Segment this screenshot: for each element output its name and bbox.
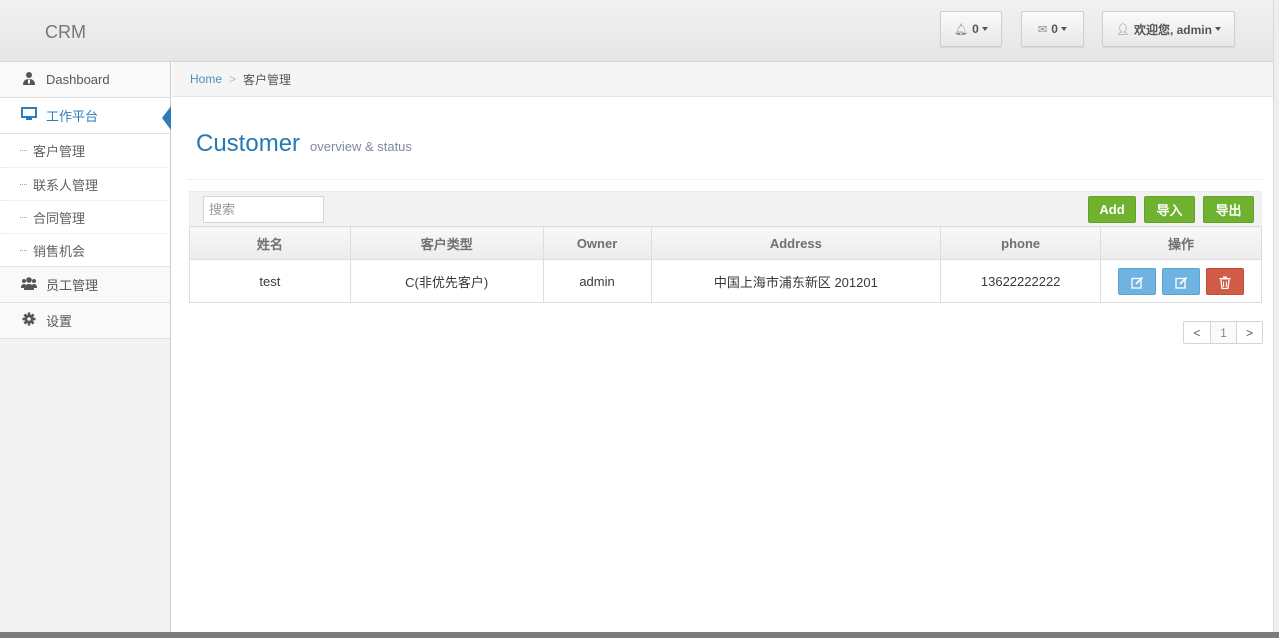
- users-icon: [20, 276, 38, 293]
- column-header-type[interactable]: 客户类型: [349, 226, 544, 260]
- brand-logo[interactable]: CRM: [45, 22, 86, 43]
- sidebar-item-workbench[interactable]: 工作平台: [0, 98, 171, 134]
- export-button[interactable]: 导出: [1203, 196, 1254, 223]
- cell-actions: [1100, 259, 1262, 303]
- search-input[interactable]: [203, 196, 324, 223]
- messages-count: 0: [1051, 22, 1058, 36]
- customer-table: 姓名 客户类型 Owner Address phone 操作 test C(非优…: [189, 226, 1262, 303]
- caret-down-icon: [981, 27, 988, 31]
- notifications-count: 0: [972, 22, 979, 36]
- table-header-row: 姓名 客户类型 Owner Address phone 操作: [189, 226, 1262, 260]
- sidebar-item-label: 设置: [46, 314, 73, 329]
- table-row: test C(非优先客户) admin 中国上海市浦东新区 201201 136…: [189, 259, 1262, 303]
- delete-button[interactable]: [1205, 267, 1244, 295]
- sidebar-item-label: 员工管理: [46, 278, 99, 293]
- breadcrumb: Home > 客户管理: [172, 62, 1279, 97]
- user-menu-button[interactable]: 👤︎ 欢迎您, admin: [1102, 11, 1235, 47]
- sidebar-subitem-contacts[interactable]: 联系人管理: [0, 167, 170, 200]
- edit-icon: [1174, 275, 1188, 290]
- cell-name: test: [189, 259, 351, 303]
- import-button[interactable]: 导入: [1144, 196, 1195, 223]
- caret-down-icon: [1214, 27, 1221, 31]
- sidebar-item-label: Dashboard: [46, 72, 110, 87]
- table-toolbar: Add 导入 导出: [189, 191, 1262, 226]
- edit-detail-button[interactable]: [1162, 267, 1201, 295]
- page-header: Customer overview & status: [188, 130, 1262, 180]
- breadcrumb-home-link[interactable]: Home: [190, 72, 222, 86]
- column-header-owner[interactable]: Owner: [542, 226, 652, 260]
- breadcrumb-separator: >: [229, 72, 237, 86]
- sidebar-item-dashboard[interactable]: Dashboard: [0, 62, 170, 98]
- window-right-edge: [1273, 0, 1279, 638]
- desktop-icon: [20, 107, 38, 124]
- workbench-submenu: 客户管理 联系人管理 合同管理 销售机会: [0, 134, 170, 267]
- add-button[interactable]: Add: [1088, 196, 1136, 223]
- window-bottom-edge: [0, 632, 1279, 638]
- top-navbar: CRM 🔔︎ 0 ✉ 0 👤︎ 欢迎您, admin: [0, 0, 1279, 62]
- sidebar-item-settings[interactable]: 设置: [0, 303, 170, 339]
- page-subtitle: overview & status: [310, 139, 412, 154]
- cell-owner: admin: [542, 259, 652, 303]
- envelope-icon: ✉: [1038, 23, 1048, 36]
- sidebar: Dashboard 工作平台 客户管理 联系人管理 合同管理 销售机会 员工管理…: [0, 62, 171, 638]
- column-header-actions: 操作: [1100, 226, 1262, 260]
- user-greeting: 欢迎您, admin: [1133, 22, 1212, 37]
- cell-type: C(非优先客户): [349, 259, 544, 303]
- page-title: Customer: [196, 130, 301, 157]
- edit-button[interactable]: [1118, 267, 1157, 295]
- column-header-name[interactable]: 姓名: [189, 226, 351, 260]
- sidebar-subitem-contracts[interactable]: 合同管理: [0, 200, 170, 233]
- cell-address: 中国上海市浦东新区 201201: [650, 259, 942, 303]
- sidebar-subitem-customers[interactable]: 客户管理: [0, 134, 170, 167]
- notifications-button[interactable]: 🔔︎ 0: [940, 11, 1002, 47]
- sidebar-subitem-opportunities[interactable]: 销售机会: [0, 233, 170, 266]
- column-header-address[interactable]: Address: [650, 226, 942, 260]
- user-tie-icon: [20, 71, 38, 88]
- breadcrumb-current: 客户管理: [243, 72, 292, 87]
- pagination-prev-button[interactable]: <: [1184, 322, 1210, 343]
- trash-icon: [1219, 275, 1231, 290]
- gear-icon: [20, 312, 38, 329]
- pagination-page-1[interactable]: 1: [1210, 322, 1236, 343]
- sidebar-item-label: 工作平台: [46, 109, 99, 124]
- sidebar-item-employees[interactable]: 员工管理: [0, 267, 170, 303]
- cell-phone: 13622222222: [940, 259, 1102, 303]
- pagination: < 1 >: [1183, 321, 1263, 344]
- bell-icon: 🔔︎: [954, 23, 969, 36]
- messages-button[interactable]: ✉ 0: [1021, 11, 1084, 47]
- column-header-phone[interactable]: phone: [940, 226, 1102, 260]
- pagination-next-button[interactable]: >: [1236, 322, 1262, 343]
- edit-icon: [1131, 275, 1144, 290]
- user-icon: 👤︎: [1116, 23, 1130, 36]
- caret-down-icon: [1060, 27, 1067, 31]
